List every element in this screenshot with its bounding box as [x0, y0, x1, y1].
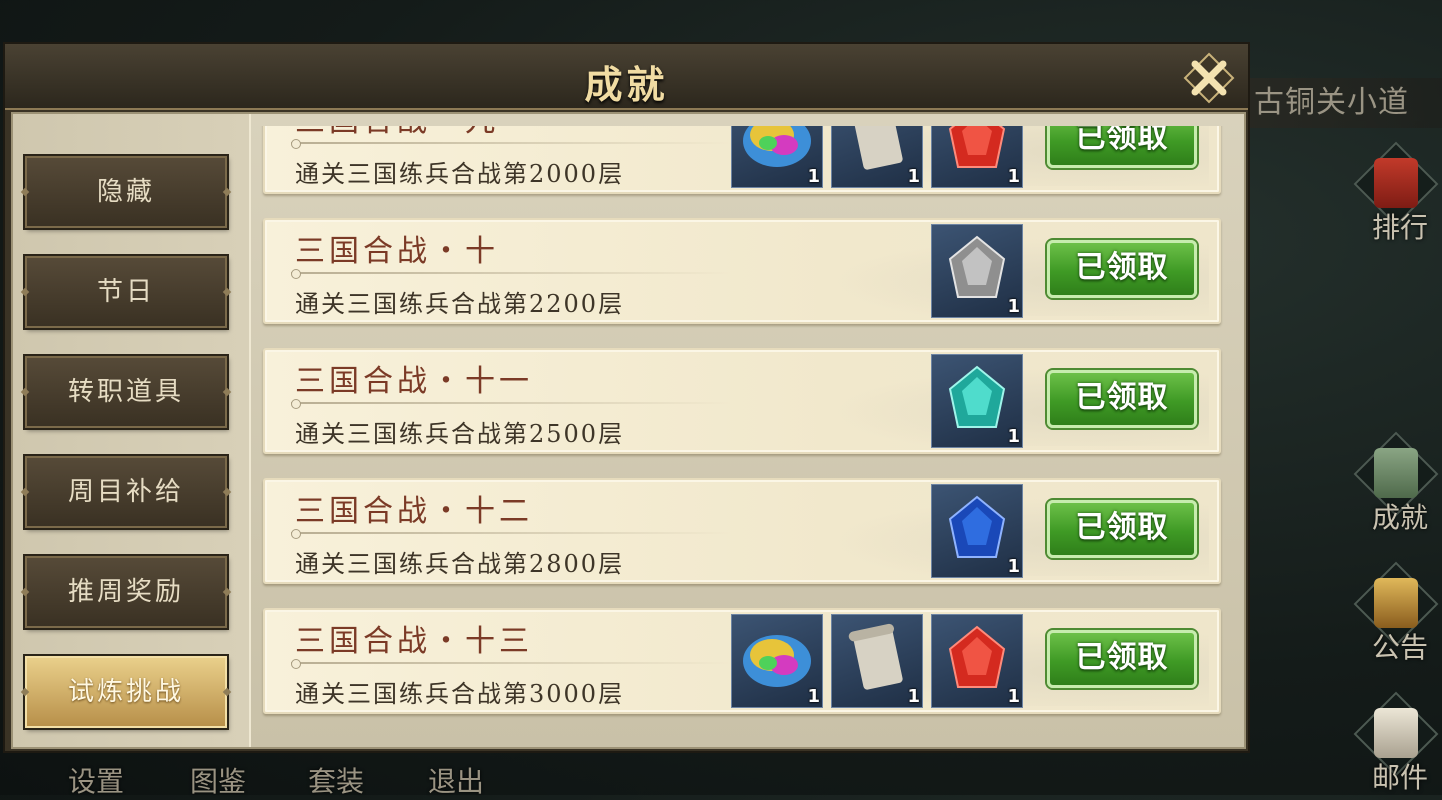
reward-quantity: 1: [907, 686, 920, 707]
reward-quantity: 1: [807, 686, 820, 707]
achievement-title: 三国合战・十二: [295, 494, 533, 529]
divider: [291, 139, 731, 149]
reward-quantity: 1: [1007, 426, 1020, 447]
achievement-title: 三国合战・十三: [295, 624, 533, 659]
claimed-button[interactable]: 已领取: [1047, 126, 1197, 168]
achievement-side-label: 成就: [1372, 501, 1429, 534]
reward-quantity: 1: [1007, 556, 1020, 577]
reward-quantity: 1: [1007, 166, 1020, 187]
mail-label: 邮件: [1372, 761, 1429, 794]
tab-trial-challenge[interactable]: 试炼挑战: [25, 656, 227, 728]
announcement-button[interactable]: 公告: [1353, 561, 1442, 670]
tab-class-change-items[interactable]: 转职道具: [25, 356, 227, 428]
mail-icon: [1374, 708, 1418, 758]
codex-menu-item[interactable]: 图鉴: [190, 760, 246, 800]
close-button[interactable]: [1183, 52, 1235, 104]
achievement-desc: 通关三国练兵合战第2000层: [295, 160, 625, 188]
achievement-title: 三国合战・十: [295, 234, 499, 269]
reward-quantity: 1: [1007, 686, 1020, 707]
achievement-row: 三国合战・十 通关三国练兵合战第2200层 1 已领取: [263, 218, 1221, 324]
bottom-menu: 设置 图鉴 套装 退出: [0, 750, 560, 798]
claimed-button[interactable]: 已领取: [1047, 370, 1197, 428]
achievement-desc: 通关三国练兵合战第2500层: [295, 420, 625, 448]
divider: [291, 529, 731, 539]
achievement-desc: 通关三国练兵合战第2200层: [295, 290, 625, 318]
divider: [291, 659, 731, 669]
claimed-button[interactable]: 已领取: [1047, 500, 1197, 558]
dialog-header: 成就: [5, 44, 1248, 110]
tab-hidden[interactable]: 隐藏: [25, 156, 227, 228]
dialog-body: 隐藏 节日 转职道具 周目补给 推周奖励 试炼挑战 三国合战・九 通关三国练兵合…: [11, 112, 1246, 749]
reward-item[interactable]: 1: [931, 484, 1023, 578]
reward-item[interactable]: 1: [831, 614, 923, 708]
settings-menu-item[interactable]: 设置: [68, 760, 124, 800]
announcement-label: 公告: [1372, 631, 1429, 664]
achievement-row: 三国合战・九 通关三国练兵合战第2000层 1: [263, 126, 1221, 194]
reward-quantity: 1: [907, 166, 920, 187]
category-sidebar: 隐藏 节日 转职道具 周目补给 推周奖励 试炼挑战: [13, 114, 249, 747]
tab-cycle-reward[interactable]: 推周奖励: [25, 556, 227, 628]
reward-item[interactable]: 1: [931, 354, 1023, 448]
reward-item[interactable]: 1: [931, 126, 1023, 188]
achievement-dialog: 成就 隐藏 节日 转职道具 周目补给 推周奖励 试炼挑战 三国合战・九: [3, 42, 1250, 753]
tab-festival[interactable]: 节日: [25, 256, 227, 328]
sidebar-divider: [249, 114, 251, 747]
ranking-button[interactable]: 排行: [1353, 141, 1442, 250]
reward-quantity: 1: [807, 166, 820, 187]
divider: [291, 269, 731, 279]
reward-item[interactable]: 1: [731, 126, 823, 188]
dialog-title: 成就: [584, 62, 669, 107]
ranking-label: 排行: [1372, 211, 1429, 244]
achievement-title: 三国合战・九: [295, 126, 499, 140]
achievement-desc: 通关三国练兵合战第3000层: [295, 680, 625, 708]
reward-quantity: 1: [1007, 296, 1020, 317]
location-banner: 古铜关小道: [1250, 78, 1442, 128]
reward-item[interactable]: 1: [731, 614, 823, 708]
close-x-icon: [1183, 52, 1235, 104]
achievement-cauldron-icon: [1374, 448, 1418, 498]
achievement-row: 三国合战・十二 通关三国练兵合战第2800层 1 已领取: [263, 478, 1221, 584]
claimed-button[interactable]: 已领取: [1047, 240, 1197, 298]
reward-item[interactable]: 1: [931, 614, 1023, 708]
set-menu-item[interactable]: 套装: [308, 760, 364, 800]
achievement-side-button[interactable]: 成就: [1353, 431, 1442, 540]
achievement-title: 三国合战・十一: [295, 364, 533, 399]
achievement-list[interactable]: 三国合战・九 通关三国练兵合战第2000层 1: [255, 126, 1243, 746]
achievement-desc: 通关三国练兵合战第2800层: [295, 550, 625, 578]
tab-cycle-supply[interactable]: 周目补给: [25, 456, 227, 528]
claimed-button[interactable]: 已领取: [1047, 630, 1197, 688]
achievement-row: 三国合战・十一 通关三国练兵合战第2500层 1 已领取: [263, 348, 1221, 454]
achievement-row: 三国合战・十三 通关三国练兵合战第3000层 1 1 1 已领取: [263, 608, 1221, 714]
reward-item[interactable]: 1: [831, 126, 923, 188]
announcement-horn-icon: [1374, 578, 1418, 628]
exit-menu-item[interactable]: 退出: [428, 760, 484, 800]
mail-button[interactable]: 邮件: [1353, 691, 1442, 800]
ranking-scroll-icon: [1374, 158, 1418, 208]
divider: [291, 399, 731, 409]
reward-item[interactable]: 1: [931, 224, 1023, 318]
